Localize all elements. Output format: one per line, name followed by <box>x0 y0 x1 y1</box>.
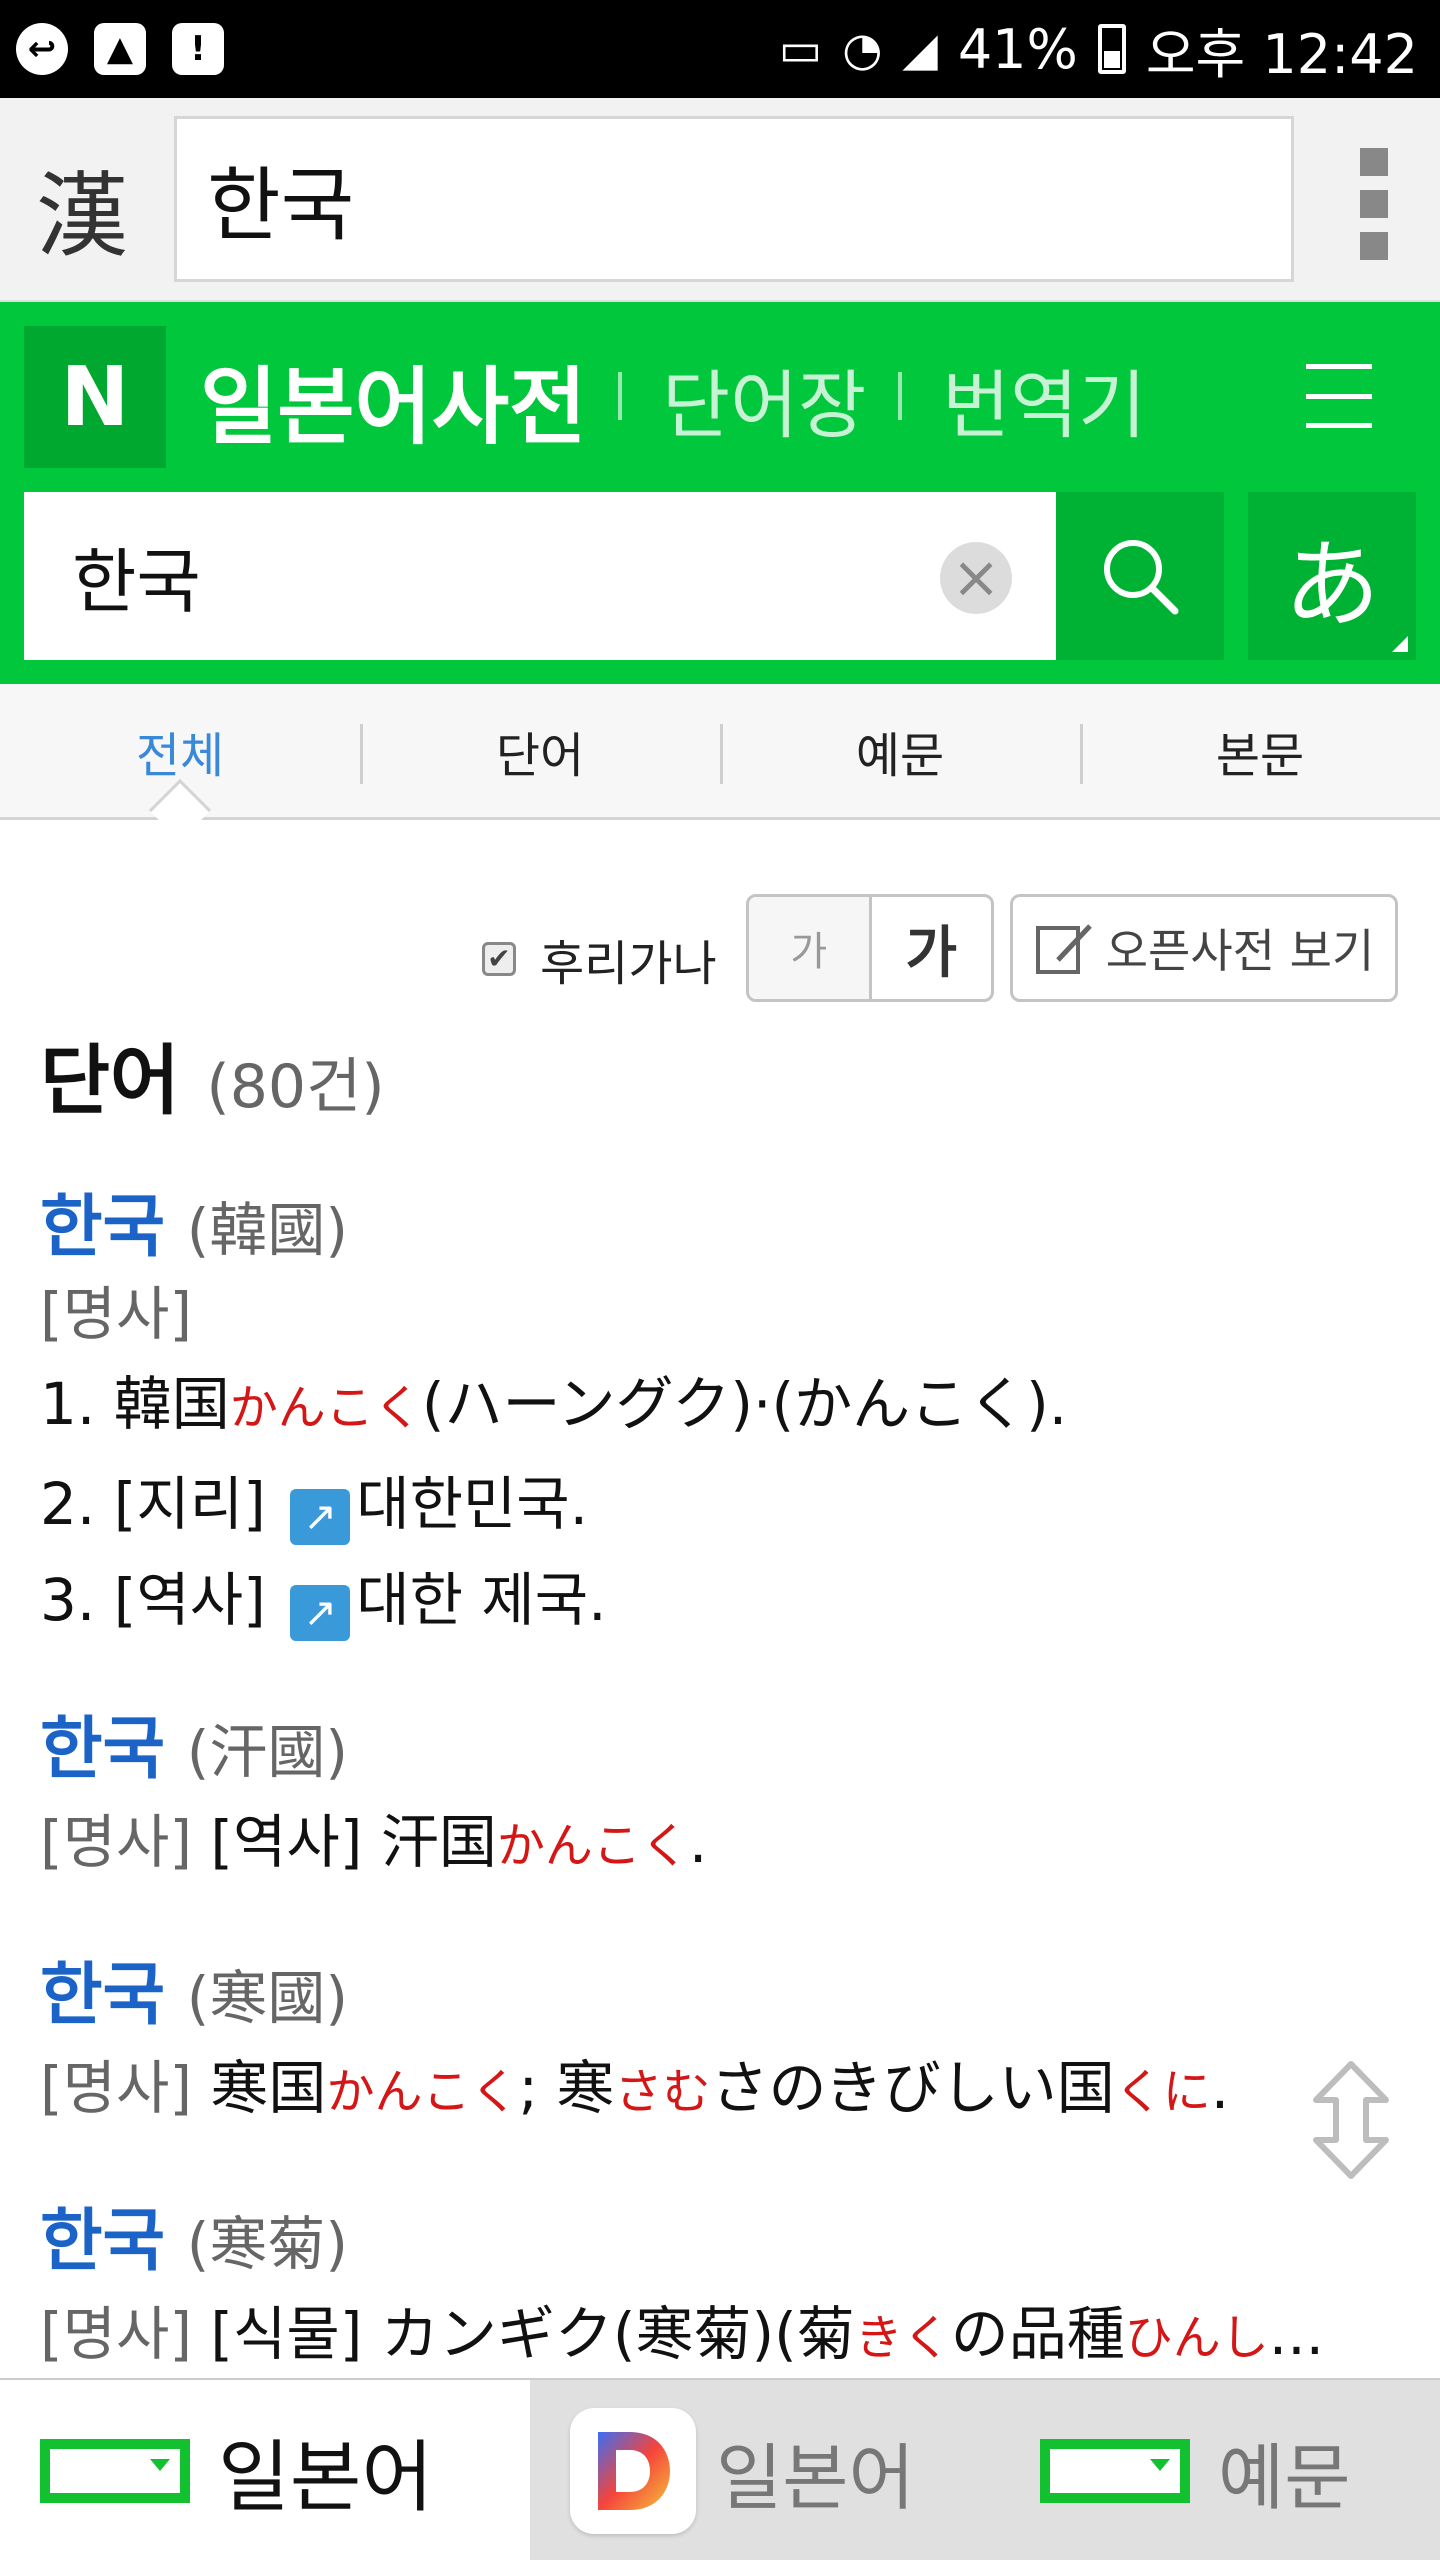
translator-link[interactable]: 번역기 <box>942 346 1146 453</box>
origin: (韓國) <box>186 1196 349 1264</box>
top-search-field[interactable] <box>174 116 1294 282</box>
alert-icon: ! <box>172 23 224 75</box>
hanja-button[interactable]: 漢 <box>36 142 128 275</box>
signal-icon: ◢ <box>902 22 938 76</box>
furigana-toggle[interactable]: ✔ 후리가나 <box>482 924 717 994</box>
corner-triangle-icon <box>1392 636 1408 652</box>
naver-dict-icon <box>40 2439 190 2503</box>
header-separator <box>898 372 902 420</box>
hamburger-icon[interactable] <box>1306 364 1372 428</box>
status-right: ▭ ◔ ◢ 41% 오후 12:42 <box>779 10 1440 89</box>
origin: (汗國) <box>186 1718 349 1786</box>
section-title: 단어 (80건) <box>40 1036 385 1125</box>
definition: 2. [지리] ↗ 대한민국. <box>40 1456 1400 1552</box>
status-left-icons: ↩ ▲ ! <box>0 23 224 75</box>
headword[interactable]: 한국 <box>40 1956 165 2035</box>
bottom-tab-label: 일본어 <box>218 2433 434 2523</box>
battery-percent: 41% <box>957 17 1078 81</box>
edit-icon <box>1035 924 1092 974</box>
tab-words[interactable]: 단어 <box>360 684 720 817</box>
entry: 한국 (汗國) [명사] [역사] 汗国かんこく. <box>40 1708 1400 1894</box>
status-bar: ↩ ▲ ! ▭ ◔ ◢ 41% 오후 12:42 <box>0 0 1440 98</box>
headword[interactable]: 한국 <box>40 2202 165 2281</box>
image-icon: ▲ <box>94 23 146 75</box>
wifi-icon: ◔ <box>842 22 883 76</box>
more-vertical-icon[interactable] <box>1356 148 1392 260</box>
checkbox-checked-icon[interactable]: ✔ <box>482 942 516 976</box>
part-of-speech: [명사] <box>40 1280 192 1348</box>
scroll-arrows-icon[interactable] <box>1310 2060 1392 2180</box>
reading: かんこく <box>229 1380 422 1436</box>
entry-headword-row[interactable]: 한국 (韓國) <box>40 1186 1400 1272</box>
bottom-tab-examples[interactable]: 예문 <box>1040 2380 1350 2560</box>
entry-headword-row[interactable]: 한국 (寒國) <box>40 1954 1400 2040</box>
top-search-input[interactable] <box>177 119 1291 279</box>
entry: 한국 (寒國) [명사] 寒国かんこく; 寒さむさのきびしい国くに. <box>40 1954 1400 2140</box>
font-size-toggle: 가 가 <box>746 894 994 1002</box>
app-top-bar: 漢 <box>0 98 1440 302</box>
battery-icon <box>1097 24 1126 74</box>
bottom-tab-daum-japanese[interactable]: 일본어 <box>570 2380 915 2560</box>
definition: [명사] 寒国かんこく; 寒さむさのきびしい国くに. <box>40 2054 1230 2122</box>
wordbook-link[interactable]: 단어장 <box>662 346 866 453</box>
bottom-tab-japanese[interactable]: 일본어 <box>0 2380 530 2560</box>
header-separator <box>618 372 622 420</box>
open-dictionary-label: 오픈사전 보기 <box>1105 924 1375 978</box>
naver-dict-icon <box>1040 2439 1190 2503</box>
search-button[interactable] <box>1056 492 1224 660</box>
definition: [명사] [역사] 汗国かんこく. <box>40 1808 708 1876</box>
kana-label: あ <box>1284 528 1380 641</box>
arrow-link-icon[interactable]: ↗ <box>290 1489 351 1545</box>
origin: (寒菊) <box>186 2210 349 2278</box>
dictionary-search-box[interactable]: × <box>24 492 1056 660</box>
kana-keyboard-button[interactable]: あ <box>1248 492 1416 660</box>
clear-icon[interactable]: × <box>940 542 1012 614</box>
link-text[interactable]: 대한 제국. <box>356 1566 606 1634</box>
naver-logo[interactable]: N <box>24 326 166 468</box>
furigana-label: 후리가나 <box>540 936 717 992</box>
clock: 오후 12:42 <box>1145 22 1418 86</box>
definition: 1. 韓国かんこく(ハーングク)·(かんこく). <box>40 1370 1068 1438</box>
headword[interactable]: 한국 <box>40 1710 165 1789</box>
definition: [명사] [식물] カンギク(寒菊)(菊きくの品種ひんし... <box>40 2300 1325 2368</box>
result-count: (80건) <box>206 1052 385 1122</box>
bottom-tab-bar: 일본어 일본어 예문 <box>0 2378 1440 2560</box>
font-small-button[interactable]: 가 <box>749 897 872 999</box>
entry: 한국 (韓國) [명사] 1. 韓国かんこく(ハーングク)·(かんこく). 2.… <box>40 1186 1400 1648</box>
font-large-button[interactable]: 가 <box>872 897 992 999</box>
results-area: 단어 (80건) 한국 (韓國) [명사] 1. 韓国かんこく(ハーングク)·(… <box>40 1026 1400 2386</box>
headword[interactable]: 한국 <box>40 1188 165 1267</box>
app-icon: ↩ <box>16 23 68 75</box>
bottom-tab-label: 일본어 <box>716 2435 915 2520</box>
result-tabs: 전체 단어 예문 본문 <box>0 684 1440 820</box>
cast-icon: ▭ <box>778 22 823 76</box>
open-dictionary-button[interactable]: 오픈사전 보기 <box>1010 894 1398 1002</box>
dictionary-title[interactable]: 일본어사전 <box>200 340 586 461</box>
dictionary-search-input[interactable] <box>24 492 904 660</box>
dictionary-header: N 일본어사전 단어장 번역기 × あ <box>0 302 1440 684</box>
tab-body[interactable]: 본문 <box>1080 684 1440 817</box>
link-text[interactable]: 대한민국. <box>356 1470 588 1538</box>
arrow-link-icon[interactable]: ↗ <box>290 1585 351 1641</box>
tab-examples[interactable]: 예문 <box>720 684 1080 817</box>
origin: (寒國) <box>186 1964 349 2032</box>
daum-d-icon <box>570 2408 696 2534</box>
entry-headword-row[interactable]: 한국 (汗國) <box>40 1708 1400 1794</box>
search-icon <box>1104 540 1179 615</box>
bottom-tab-label: 예문 <box>1218 2435 1351 2520</box>
definition: 3. [역사] ↗ 대한 제국. <box>40 1552 1400 1648</box>
entry-headword-row[interactable]: 한국 (寒菊) <box>40 2200 1400 2286</box>
entry: 한국 (寒菊) [명사] [식물] カンギク(寒菊)(菊きくの品種ひんし... <box>40 2200 1400 2386</box>
